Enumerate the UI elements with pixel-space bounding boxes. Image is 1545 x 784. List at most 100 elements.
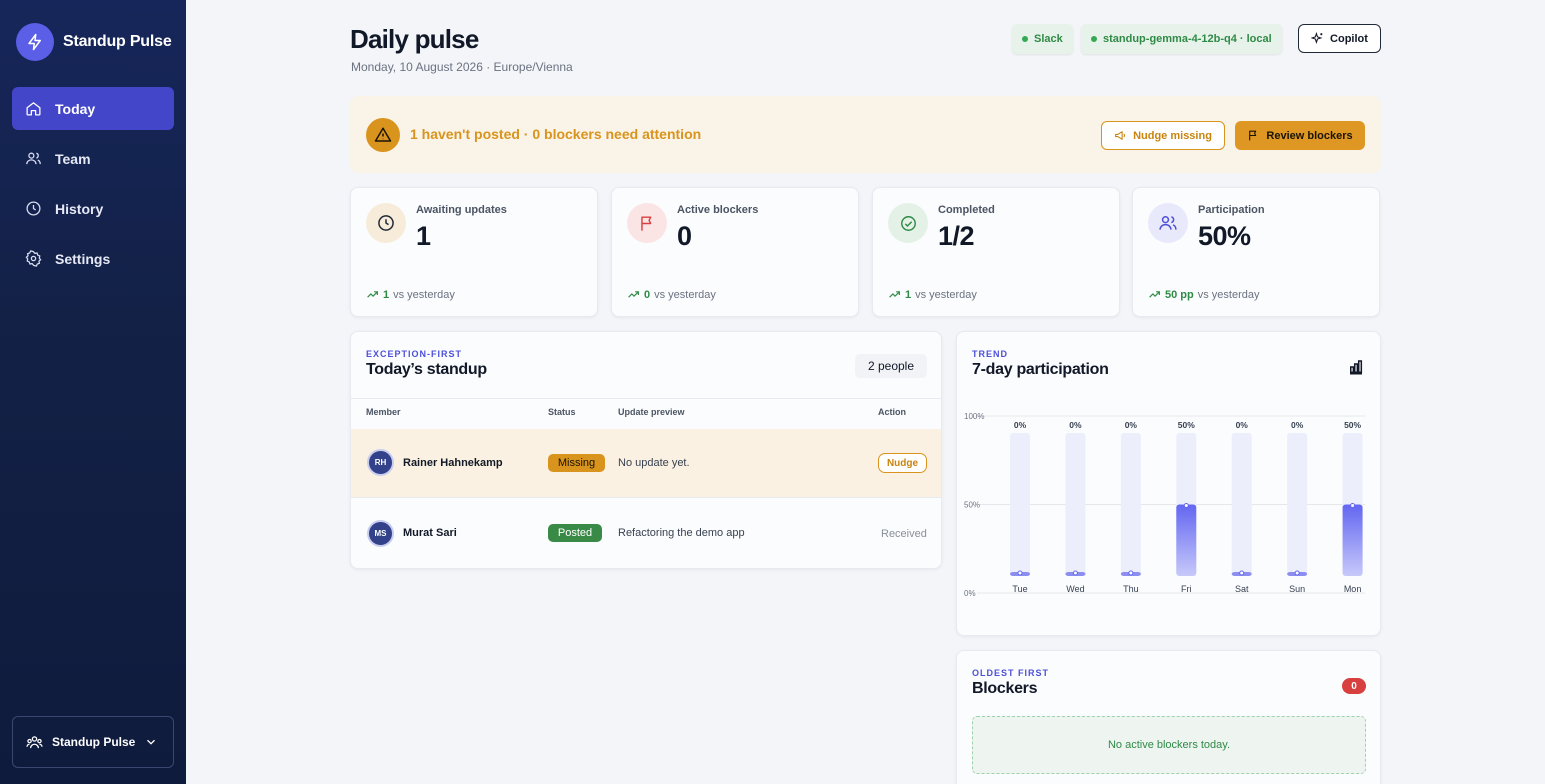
bar-point xyxy=(1128,570,1134,576)
status-badge: Missing xyxy=(548,454,605,472)
bar-point xyxy=(1017,570,1023,576)
gear-icon xyxy=(25,250,42,267)
stat-delta-value: 50 pp xyxy=(1165,288,1194,301)
stat-card-completed: Completed 1/2 1 vs yesterday xyxy=(872,187,1120,317)
stat-value: 1 xyxy=(416,221,431,251)
update-preview: No update yet. xyxy=(618,457,690,469)
app-name: Standup Pulse xyxy=(63,33,172,50)
divider xyxy=(351,497,941,498)
x-tick-label: Thu xyxy=(1123,584,1139,594)
sidebar: Standup Pulse Today Team History Setting… xyxy=(0,0,186,784)
column-header-status: Status xyxy=(548,407,576,417)
data-label: 50% xyxy=(1344,420,1361,430)
attention-banner: 1 haven't posted · 0 blockers need atten… xyxy=(350,96,1381,173)
standup-title: Today’s standup xyxy=(366,361,487,378)
stat-card-participation: Participation 50% 50 pp vs yesterday xyxy=(1132,187,1380,317)
workspace-switcher[interactable]: Standup Pulse xyxy=(12,716,174,768)
table-row[interactable]: MS Murat Sari Posted Refactoring the dem… xyxy=(351,499,941,567)
status-badge: Posted xyxy=(548,524,602,542)
bar-point xyxy=(1239,570,1245,576)
stat-label: Active blockers xyxy=(677,204,759,216)
review-blockers-label: Review blockers xyxy=(1266,129,1353,142)
data-label: 50% xyxy=(1178,420,1195,430)
member-name: Rainer Hahnekamp xyxy=(403,457,503,469)
x-tick-label: Fri xyxy=(1181,584,1192,594)
y-tick-label: 50% xyxy=(964,501,980,510)
received-status: Received xyxy=(881,528,927,540)
stat-delta-suffix: vs yesterday xyxy=(1197,288,1260,301)
data-label: 0% xyxy=(1291,420,1304,430)
nudge-button[interactable]: Nudge xyxy=(878,453,927,473)
stat-card-awaiting: Awaiting updates 1 1 vs yesterday xyxy=(350,187,598,317)
member-name: Murat Sari xyxy=(403,527,457,539)
sidebar-item-history[interactable]: History xyxy=(12,187,174,230)
status-dot-icon xyxy=(1091,36,1097,42)
bar xyxy=(1176,504,1197,576)
column-header-preview: Update preview xyxy=(618,407,685,417)
page-title: Daily pulse xyxy=(350,24,479,54)
data-label: 0% xyxy=(1236,420,1249,430)
sidebar-item-team[interactable]: Team xyxy=(12,137,174,180)
warning-icon xyxy=(366,118,400,152)
page-subtitle: Monday, 10 August 2026 · Europe/Vienna xyxy=(351,60,573,74)
data-label: 0% xyxy=(1125,420,1138,430)
sidebar-item-label: History xyxy=(55,200,104,217)
stat-delta-value: 0 xyxy=(644,288,651,301)
lightning-icon xyxy=(16,23,54,61)
sidebar-nav: Today Team History Settings xyxy=(12,87,174,287)
x-tick-label: Wed xyxy=(1066,584,1084,594)
divider xyxy=(351,398,941,399)
review-blockers-button[interactable]: Review blockers xyxy=(1235,121,1365,150)
bar-track xyxy=(1120,433,1141,576)
standup-eyebrow: EXCEPTION-FIRST xyxy=(366,349,463,359)
home-icon xyxy=(26,102,41,116)
x-tick-label: Sat xyxy=(1235,584,1249,594)
bar-point xyxy=(1072,570,1078,576)
check-circle-icon xyxy=(888,203,928,243)
status-dot-icon xyxy=(1022,36,1028,42)
bar-track xyxy=(1065,433,1086,576)
blockers-eyebrow: OLDEST FIRST xyxy=(972,668,1049,678)
clock-icon xyxy=(26,201,41,216)
people-count-badge: 2 people xyxy=(855,354,927,378)
column-header-member: Member xyxy=(366,407,401,417)
megaphone-icon xyxy=(1115,131,1126,140)
sidebar-item-settings[interactable]: Settings xyxy=(12,237,174,280)
stat-card-blockers: Active blockers 0 0 vs yesterday xyxy=(611,187,859,317)
stat-delta-value: 1 xyxy=(905,288,912,301)
stat-delta: 0 vs yesterday xyxy=(627,288,716,301)
stat-delta-value: 1 xyxy=(383,288,390,301)
copilot-button[interactable]: Copilot xyxy=(1298,24,1381,53)
trend-up-icon xyxy=(628,291,639,298)
copilot-label: Copilot xyxy=(1330,32,1368,45)
x-tick-label: Tue xyxy=(1012,584,1027,594)
stat-value: 0 xyxy=(677,221,692,251)
sparkle-icon xyxy=(1311,32,1323,45)
stat-delta-suffix: vs yesterday xyxy=(915,288,977,301)
stat-delta: 50 pp vs yesterday xyxy=(1148,288,1259,301)
blockers-empty-state: No active blockers today. xyxy=(972,716,1366,774)
trend-eyebrow: TREND xyxy=(972,349,1008,359)
trend-up-icon xyxy=(889,291,900,298)
brand[interactable]: Standup Pulse xyxy=(16,23,172,61)
sidebar-item-label: Today xyxy=(55,100,96,117)
stat-value: 50% xyxy=(1198,221,1251,251)
bar-point xyxy=(1183,503,1189,508)
blockers-card: OLDEST FIRST Blockers 0 No active blocke… xyxy=(956,650,1381,784)
trend-up-icon xyxy=(1149,291,1160,298)
nudge-missing-button[interactable]: Nudge missing xyxy=(1101,121,1225,150)
participation-chart: 0% 50% 100% 0% Tue 0% Wed 0% Thu 50% Fri 0% Sat 0% Sun… xyxy=(964,412,1365,598)
bar-track xyxy=(1287,433,1308,576)
bar-track xyxy=(1010,433,1030,576)
data-label: 0% xyxy=(1069,420,1082,430)
y-tick-label: 100% xyxy=(964,412,984,421)
column-header-action: Action xyxy=(878,407,906,417)
bar-point xyxy=(1294,570,1300,576)
stat-label: Participation xyxy=(1198,204,1265,216)
sidebar-item-today[interactable]: Today xyxy=(12,87,174,130)
bar-chart-icon[interactable] xyxy=(1347,358,1365,376)
trend-title: 7-day participation xyxy=(972,361,1109,378)
table-row[interactable]: RH Rainer Hahnekamp Missing No update ye… xyxy=(351,429,941,497)
stat-label: Completed xyxy=(938,204,995,216)
blockers-title: Blockers xyxy=(972,680,1038,697)
